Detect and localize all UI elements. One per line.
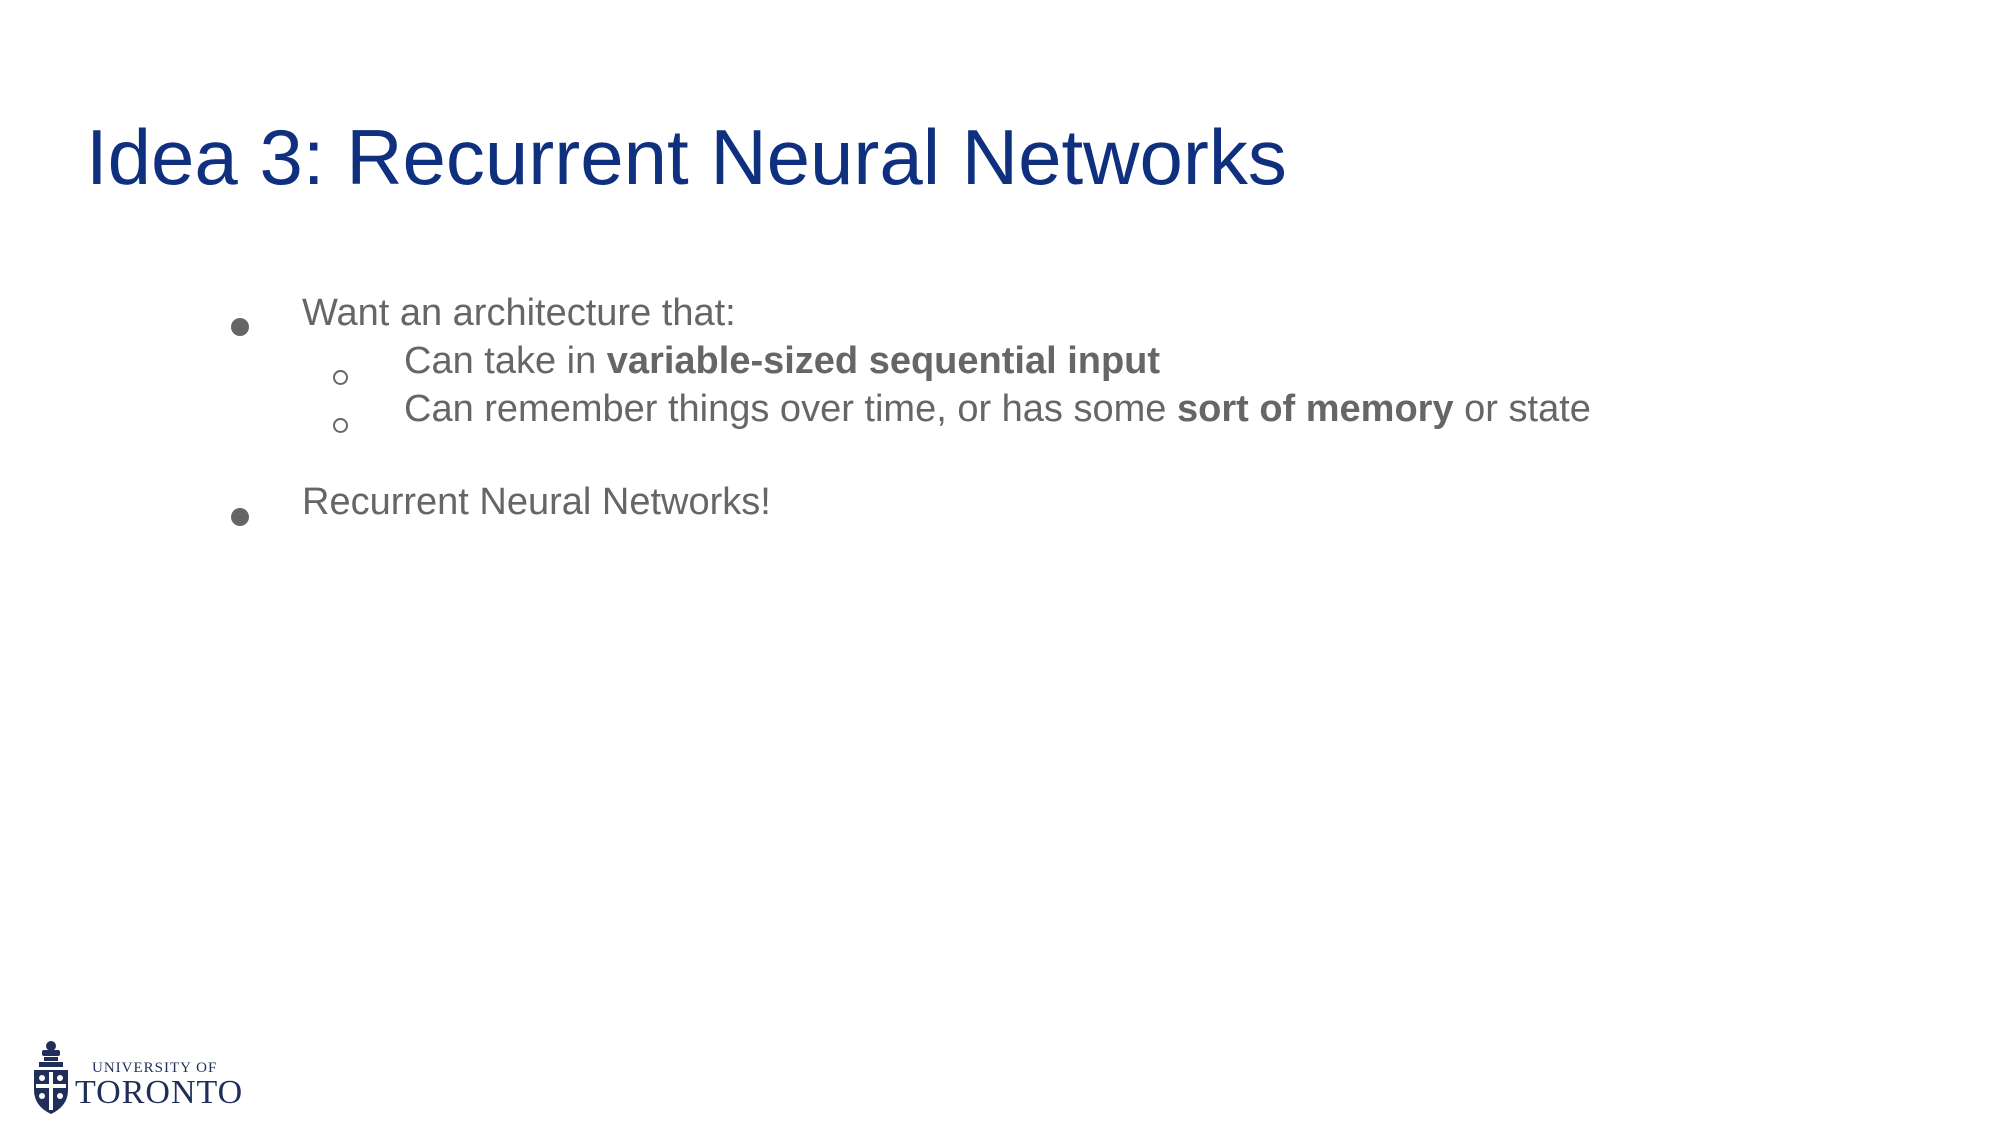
sub-bullet-circle-icon	[333, 400, 348, 443]
sub-bullet-item: Can remember things over time, or has so…	[404, 390, 1591, 428]
bullet-item: Recurrent Neural Networks!	[302, 481, 771, 523]
crest-icon	[34, 1041, 68, 1114]
bullet-item: Want an architecture that:	[302, 292, 736, 334]
bullet-dot-icon	[231, 493, 249, 536]
sub-bullet-text: or state	[1453, 388, 1591, 430]
logo-text-toronto: TORONTO	[75, 1074, 244, 1111]
sub-bullet-text: Can take in	[404, 340, 607, 382]
sub-bullet-text: Can remember things over time, or has so…	[404, 388, 1177, 430]
sub-bullet-item: Can take in variable-sized sequential in…	[404, 342, 1160, 380]
bullet-dot-icon	[231, 303, 249, 346]
sub-bullet-bold-text: sort of memory	[1176, 388, 1454, 430]
bullet-list: Want an architecture that: Can take in v…	[0, 0, 2000, 1125]
sub-bullet-circle-icon	[333, 352, 348, 395]
university-logo: UNIVERSITY OF TORONTO	[30, 1038, 250, 1118]
sub-bullet-bold-text: variable-sized sequential input	[606, 340, 1161, 382]
